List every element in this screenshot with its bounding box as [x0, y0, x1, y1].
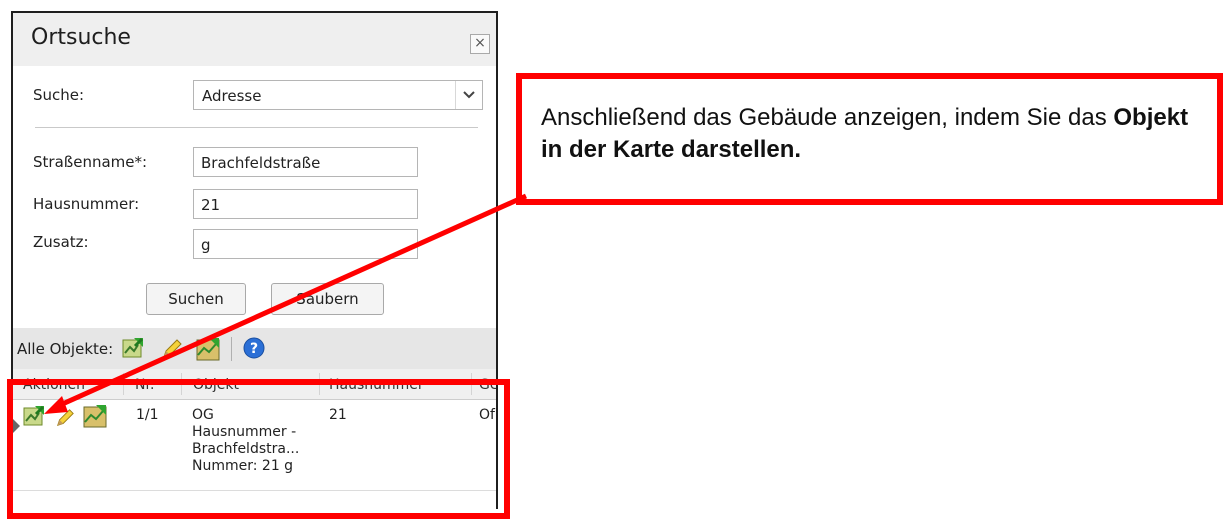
toolbar-separator — [231, 337, 232, 361]
street-label: Straßenname*: — [33, 153, 148, 171]
housenumber-label: Hausnummer: — [33, 195, 140, 213]
instruction-text-plain: Anschließend das Gebäude anzeigen, indem… — [541, 104, 1114, 131]
suffix-input[interactable]: g — [193, 229, 418, 259]
housenumber-value: 21 — [201, 196, 221, 214]
help-icon[interactable]: ? — [243, 337, 265, 363]
divider — [35, 127, 478, 128]
panel-header: Ortsuche × — [13, 13, 496, 66]
svg-text:?: ? — [250, 341, 258, 357]
map-zoom-icon[interactable] — [122, 337, 144, 363]
pencil-edit-icon[interactable] — [161, 338, 183, 364]
search-button[interactable]: Suchen — [146, 283, 246, 315]
clear-button[interactable]: Säubern — [271, 283, 384, 315]
instruction-callout: Anschließend das Gebäude anzeigen, indem… — [516, 73, 1223, 205]
toolbar-label: Alle Objekte: — [17, 340, 114, 358]
street-value: Brachfeldstraße — [201, 154, 321, 172]
instruction-text: Anschließend das Gebäude anzeigen, indem… — [541, 102, 1201, 166]
street-input[interactable]: Brachfeldstraße — [193, 147, 418, 177]
chevron-down-icon[interactable] — [455, 81, 482, 109]
search-type-select[interactable]: Adresse — [193, 80, 483, 110]
panel-title: Ortsuche — [31, 25, 131, 50]
search-type-value: Adresse — [202, 87, 262, 105]
map-display-icon[interactable] — [196, 337, 220, 365]
close-icon[interactable]: × — [470, 34, 490, 54]
all-objects-toolbar: Alle Objekte: ? — [13, 328, 496, 369]
search-type-label: Suche: — [33, 86, 85, 104]
result-highlight-box — [7, 379, 510, 519]
suffix-value: g — [201, 236, 211, 254]
suffix-label: Zusatz: — [33, 233, 89, 251]
housenumber-input[interactable]: 21 — [193, 189, 418, 219]
